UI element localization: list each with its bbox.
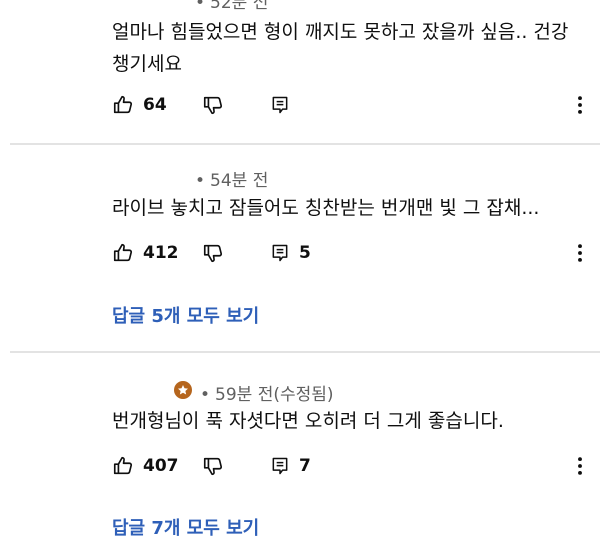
comment-icon <box>270 455 290 477</box>
thumbs-up-icon <box>112 94 134 116</box>
more-options-button[interactable] <box>573 451 587 481</box>
comment-divider <box>10 351 600 353</box>
more-vertical-icon <box>577 455 583 477</box>
creator-star-badge-icon <box>174 381 192 399</box>
thumbs-up-icon <box>112 455 134 477</box>
thumbs-down-icon <box>202 94 224 116</box>
comment-text: 라이브 놓치고 잠들어도 칭찬받는 번개맨 빛 그 잡채... <box>112 197 540 219</box>
like-button[interactable]: 64 <box>112 90 167 120</box>
comment-meta: • 59분 전(수정됨) <box>200 380 334 405</box>
comment-icon <box>270 242 290 264</box>
dislike-button[interactable] <box>202 238 224 268</box>
comment-icon <box>270 94 290 116</box>
comment-time[interactable]: 54분 전 <box>210 171 268 191</box>
view-replies-link[interactable]: 답글 5개 모두 보기 <box>112 302 259 328</box>
more-options-button[interactable] <box>573 90 587 120</box>
reply-count: 7 <box>299 456 311 476</box>
like-count: 407 <box>143 456 179 476</box>
like-count: 64 <box>143 95 167 115</box>
reply-button[interactable] <box>270 90 290 120</box>
comment-divider <box>10 143 600 145</box>
like-count: 412 <box>143 243 179 263</box>
meta-separator: • <box>195 0 206 13</box>
thumbs-up-icon <box>112 242 134 264</box>
comment-meta: • 54분 전 <box>195 166 268 191</box>
meta-separator: • <box>200 385 211 405</box>
reply-count: 5 <box>299 243 311 263</box>
thumbs-down-icon <box>202 242 224 264</box>
more-vertical-icon <box>577 242 583 264</box>
view-replies-link[interactable]: 답글 7개 모두 보기 <box>112 514 259 540</box>
like-button[interactable]: 407 <box>112 451 179 481</box>
comment-text: 얼마나 힘들었으면 형이 깨지도 못하고 잤을까 싶음.. 건강 챙기세요 <box>112 21 569 75</box>
comment-actions: 412 5 <box>112 238 587 268</box>
thumbs-down-icon <box>202 455 224 477</box>
comment-meta: • 52분 전 <box>195 0 268 13</box>
comment-time[interactable]: 59분 전(수정됨) <box>215 385 334 405</box>
comment-actions: 64 <box>112 90 587 120</box>
reply-button[interactable]: 5 <box>270 238 311 268</box>
reply-button[interactable]: 7 <box>270 451 311 481</box>
more-options-button[interactable] <box>573 238 587 268</box>
comment-text: 번개형님이 푹 자셧다면 오히려 더 그게 좋습니다. <box>112 410 504 432</box>
more-vertical-icon <box>577 94 583 116</box>
dislike-button[interactable] <box>202 451 224 481</box>
like-button[interactable]: 412 <box>112 238 179 268</box>
comment-actions: 407 7 <box>112 451 587 481</box>
dislike-button[interactable] <box>202 90 224 120</box>
meta-separator: • <box>195 171 206 191</box>
comment-time[interactable]: 52분 전 <box>210 0 268 13</box>
